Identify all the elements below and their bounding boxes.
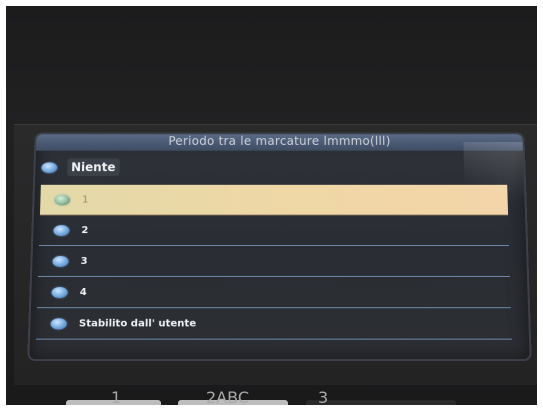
- radio-icon: [52, 255, 69, 267]
- option-label: Stabilito dall' utente: [78, 317, 197, 329]
- radio-icon: [54, 194, 71, 205]
- photo-frame: Periodo tra le marcature lmmmo(lll) Nien…: [6, 6, 537, 405]
- option-label: 4: [79, 286, 87, 298]
- keypad: 1 2ABC 3: [66, 388, 506, 405]
- screen-title: Periodo tra le marcature lmmmo(lll): [36, 134, 523, 151]
- lcd-screen: Periodo tra le marcature lmmmo(lll) Nien…: [29, 134, 530, 360]
- option-1[interactable]: 1: [39, 184, 509, 216]
- option-4[interactable]: 4: [37, 276, 511, 309]
- key-2-label: 2ABC: [206, 388, 249, 405]
- option-2[interactable]: 2: [38, 215, 510, 246]
- radio-icon: [50, 317, 67, 329]
- option-none[interactable]: Niente: [41, 154, 517, 181]
- options-list: 1 2 3 4 Stabilito dall' utente: [36, 184, 512, 340]
- key-3-label: 3: [318, 388, 329, 405]
- radio-icon: [41, 161, 58, 173]
- option-none-label: Niente: [66, 158, 120, 177]
- key-1[interactable]: 1: [66, 388, 161, 405]
- key-2[interactable]: 2ABC: [178, 388, 288, 405]
- key-1-label: 1: [111, 388, 122, 405]
- radio-icon: [51, 286, 68, 298]
- option-label: 2: [81, 224, 89, 236]
- radio-icon: [53, 224, 70, 236]
- option-label: 1: [82, 194, 89, 205]
- option-label: 3: [80, 255, 88, 267]
- key-3[interactable]: 3: [306, 388, 456, 405]
- option-3[interactable]: 3: [37, 245, 510, 277]
- option-user-defined[interactable]: Stabilito dall' utente: [36, 308, 512, 340]
